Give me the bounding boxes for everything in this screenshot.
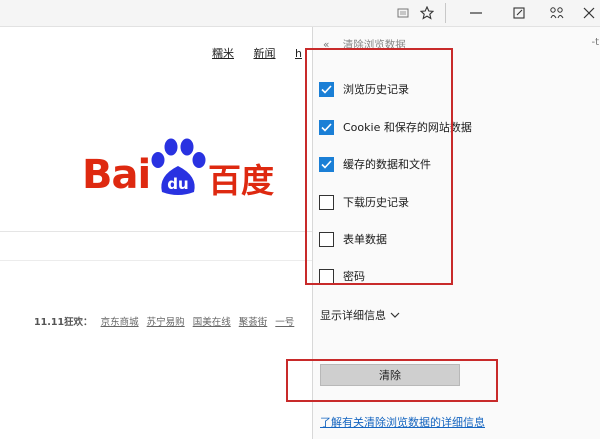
logo-text-cn: 百度 <box>208 161 274 200</box>
option-label: 缓存的数据和文件 <box>343 158 431 171</box>
panel-title: 清除浏览数据 <box>342 39 406 51</box>
logo-text-latin: Bai <box>82 152 151 198</box>
chevron-down-icon <box>390 312 400 318</box>
panel-header: « 清除浏览数据 <box>323 37 406 52</box>
close-icon[interactable] <box>582 4 596 22</box>
promo-link-yihao[interactable]: 一号 <box>275 317 294 328</box>
option-label: 表单数据 <box>343 233 387 246</box>
option-download-history[interactable]: 下载历史记录 <box>319 192 409 212</box>
option-label: 下载历史记录 <box>343 196 409 209</box>
clear-button[interactable]: 清除 <box>320 364 460 386</box>
promo-links: 11.11狂欢： 京东商城 苏宁易购 国美在线 聚荟街 一号 <box>34 314 294 328</box>
checkmark-icon <box>321 159 332 169</box>
option-label: Cookie 和保存的网站数据 <box>343 121 472 134</box>
option-form-data[interactable]: 表单数据 <box>319 229 387 249</box>
checkbox-checked[interactable] <box>319 119 334 135</box>
clear-data-panel: « 清除浏览数据 -t 浏览历史记录 Cookie 和保存的网站数据 缓存的数据… <box>312 27 600 439</box>
option-browsing-history[interactable]: 浏览历史记录 <box>319 79 409 99</box>
show-details-toggle[interactable]: 显示详细信息 <box>320 307 400 323</box>
nav-link-cut[interactable]: h <box>295 47 302 60</box>
option-cookies[interactable]: Cookie 和保存的网站数据 <box>319 117 472 137</box>
nav-link-news[interactable]: 新闻 <box>254 47 276 60</box>
promo-link-suning[interactable]: 苏宁易购 <box>147 317 185 328</box>
checkbox-checked[interactable] <box>319 156 334 172</box>
share-icon[interactable] <box>548 4 566 22</box>
checkmark-icon <box>321 122 332 132</box>
nav-link-nuomi[interactable]: 糯米 <box>212 47 234 60</box>
checkbox-unchecked[interactable] <box>319 231 334 247</box>
checkbox-unchecked[interactable] <box>319 268 334 284</box>
divider <box>0 231 312 232</box>
checkmark-icon <box>321 84 332 94</box>
promo-link-gome[interactable]: 国美在线 <box>193 317 231 328</box>
toolbar-divider <box>445 3 446 23</box>
promo-label: 11.11狂欢： <box>34 317 93 328</box>
promo-link-jd[interactable]: 京东商城 <box>101 317 139 328</box>
divider <box>0 260 312 261</box>
paw-text: du <box>167 175 188 193</box>
favorite-star-icon[interactable] <box>418 4 436 22</box>
checkbox-checked[interactable] <box>319 81 334 97</box>
option-label: 密码 <box>343 270 365 283</box>
paw-icon: du <box>151 138 206 195</box>
option-cache[interactable]: 缓存的数据和文件 <box>319 154 431 174</box>
back-icon[interactable]: « <box>323 39 329 51</box>
option-passwords[interactable]: 密码 <box>319 266 365 286</box>
promo-link-juhui[interactable]: 聚荟街 <box>239 317 268 328</box>
minimize-icon[interactable] <box>466 4 486 22</box>
browser-toolbar <box>0 0 600 27</box>
learn-more-link[interactable]: 了解有关清除浏览数据的详细信息 <box>320 414 485 430</box>
top-nav-links: 糯米 新闻 h <box>212 45 312 61</box>
panel-edge-text: -t <box>591 37 599 48</box>
baidu-logo[interactable]: Bai du 百度 <box>82 138 282 202</box>
details-label: 显示详细信息 <box>320 309 386 322</box>
baidu-homepage: 糯米 新闻 h Bai du 百度 11.11狂欢： 京东商城 苏宁易购 国美在… <box>0 27 312 439</box>
checkbox-unchecked[interactable] <box>319 194 334 210</box>
option-label: 浏览历史记录 <box>343 83 409 96</box>
notes-icon[interactable] <box>510 4 528 22</box>
reading-list-icon[interactable] <box>396 4 410 22</box>
